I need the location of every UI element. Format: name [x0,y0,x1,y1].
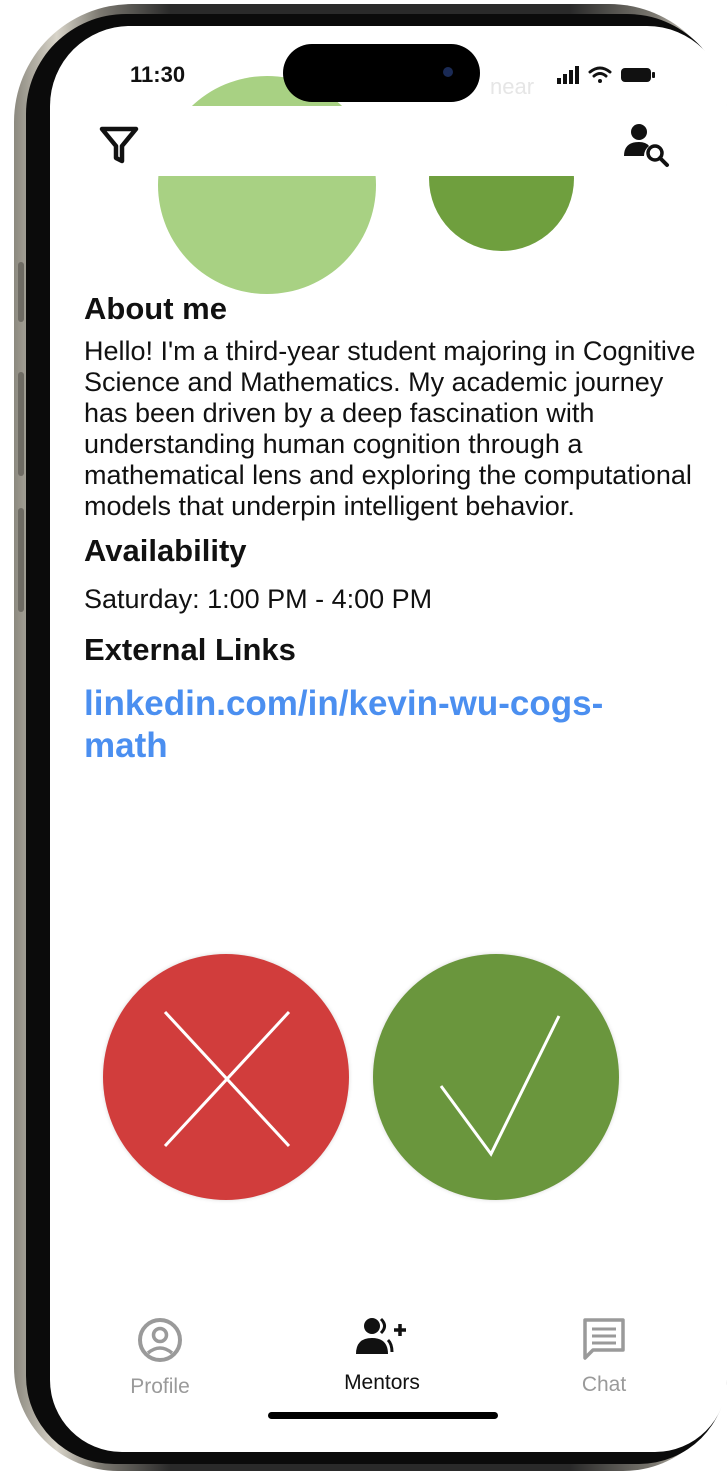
availability-title: Availability [84,533,247,568]
tab-chat[interactable]: Chat [534,1316,674,1397]
phone-screen: near 11:30 About me Hello! I'm a third-y… [50,26,727,1452]
external-links-title: External Links [84,632,296,667]
tab-profile[interactable]: Profile [90,1316,230,1399]
filter-icon[interactable] [98,124,140,166]
profile-details: About me Hello! I'm a third-year student… [84,290,696,767]
camera-dot [443,67,453,77]
signal-icon [557,66,579,84]
battery-icon [621,68,655,82]
status-icons [557,64,657,91]
wifi-icon [588,66,612,83]
x-icon [163,1010,291,1148]
checkmark-icon [439,1015,561,1157]
profile-circle-icon [138,1318,182,1362]
tab-mentors[interactable]: Mentors [312,1316,452,1395]
availability-text: Saturday: 1:00 PM - 4:00 PM [84,584,433,614]
chat-icon [583,1318,625,1360]
header-background [110,106,670,176]
person-search-icon[interactable] [622,122,670,168]
phone-volume-down-button [18,508,24,612]
linkedin-link[interactable]: linkedin.com/in/kevin-wu-cogs-math [84,683,674,767]
add-people-icon [356,1317,406,1354]
bottom-tab-bar: Profile Mentors Chat [50,1316,727,1426]
home-indicator[interactable] [268,1412,498,1419]
phone-action-button [18,262,24,322]
tab-label: Chat [581,1373,627,1396]
tab-label: Profile [130,1375,190,1398]
about-text: Hello! I'm a third-year student majoring… [84,336,696,521]
phone-volume-up-button [18,372,24,476]
about-title: About me [84,291,227,326]
status-time: 11:30 [130,62,186,87]
reject-button[interactable] [103,954,349,1200]
tab-label: Mentors [344,1371,420,1394]
obscured-label: near [490,74,535,99]
accept-button[interactable] [373,954,619,1200]
